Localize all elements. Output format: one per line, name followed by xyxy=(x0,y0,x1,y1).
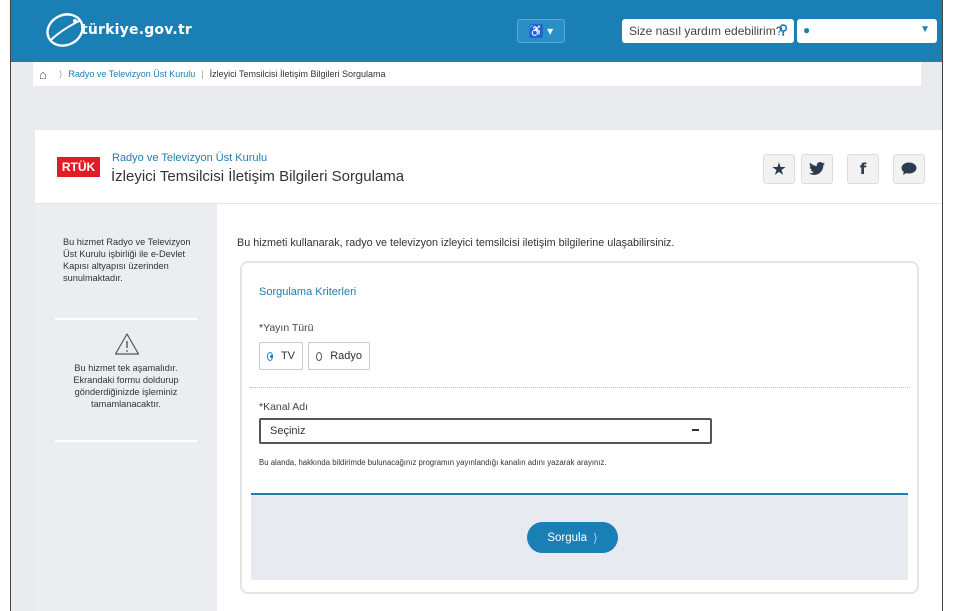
facebook-icon: f xyxy=(859,160,867,178)
sidebar-divider xyxy=(55,318,197,320)
comment-icon xyxy=(901,162,917,175)
twitter-icon xyxy=(809,162,825,175)
home-icon[interactable]: ⌂ xyxy=(39,67,47,82)
breadcrumb-item-institution[interactable]: Radyo ve Televizyon Üst Kurulu xyxy=(68,69,195,79)
radio-tv-label: TV xyxy=(280,350,295,362)
section-title: Sorgulama Kriterleri xyxy=(259,286,357,298)
search-icon[interactable]: ⚲ xyxy=(778,22,788,38)
star-icon: ★ xyxy=(772,161,786,178)
top-bar: türkiye.gov.tr ♿ ▾ ▤ ★ Size nasıl yardım… xyxy=(11,0,942,611)
warning-icon xyxy=(114,333,140,355)
facebook-share-button[interactable]: f xyxy=(847,154,879,184)
dotted-divider xyxy=(250,387,910,388)
accessibility-icon: ♿ ▾ xyxy=(528,24,554,38)
breadcrumb: ⌂ ⟩ Radyo ve Televizyon Üst Kurulu | İzl… xyxy=(33,62,921,86)
turkiye-gov-logo[interactable]: türkiye.gov.tr xyxy=(41,10,192,50)
service-intro-text: Bu hizmeti kullanarak, radyo ve televizy… xyxy=(237,237,675,249)
sidebar-info-text: Bu hizmet Radyo ve Televizyon Üst Kurulu… xyxy=(63,237,191,283)
radio-radyo-label: Radyo xyxy=(330,350,362,362)
chevron-down-icon: ▼ xyxy=(920,24,930,35)
page-title: İzleyici Temsilcisi İletişim Bilgileri S… xyxy=(111,168,405,185)
person-icon: ● xyxy=(803,23,811,37)
channel-name-label: *Kanal Adı xyxy=(259,401,308,413)
breadcrumb-item-current: İzleyici Temsilcisi İletişim Bilgileri S… xyxy=(209,69,386,79)
channel-name-select[interactable]: Seçiniz xyxy=(259,418,712,444)
dropdown-arrow-icon xyxy=(692,429,699,431)
rtuk-logo: RTÜK xyxy=(57,157,100,177)
breadcrumb-separator: | xyxy=(201,69,204,79)
service-card: RTÜK Radyo ve Televizyon Üst Kurulu İzle… xyxy=(35,130,942,611)
submit-query-button[interactable]: Sorgula ⟩ xyxy=(527,522,618,553)
broadcast-type-label-text: Yayın Türü xyxy=(263,322,314,334)
search-input[interactable]: Size nasıl yardım edebilirim? ⚲ xyxy=(622,19,794,43)
user-login-dropdown[interactable]: ● ▼ xyxy=(797,19,937,43)
chevron-right-icon: ⟩ xyxy=(592,530,598,545)
service-header: RTÜK Radyo ve Televizyon Üst Kurulu İzle… xyxy=(35,130,942,204)
twitter-share-button[interactable] xyxy=(801,154,833,184)
radio-radyo[interactable]: Radyo xyxy=(308,342,370,370)
favorite-star-button[interactable]: ★ xyxy=(763,154,795,184)
breadcrumb-separator: ⟩ xyxy=(58,68,63,79)
broadcast-type-label: *Yayın Türü xyxy=(259,322,313,334)
radio-unselected-icon xyxy=(316,351,323,361)
logo-text: türkiye.gov.tr xyxy=(81,22,192,38)
sidebar-divider xyxy=(55,440,197,442)
sidebar-note-text: Bu hizmet tek aşamalıdır. Ekrandaki form… xyxy=(73,363,179,409)
sidebar: Bu hizmet Radyo ve Televizyon Üst Kurulu… xyxy=(35,204,217,611)
query-form: Sorgulama Kriterleri *Yayın Türü TV Rady… xyxy=(240,261,919,594)
radio-selected-icon xyxy=(267,351,273,361)
form-action-area: Sorgula ⟩ xyxy=(251,493,908,580)
radio-tv[interactable]: TV xyxy=(259,342,303,370)
channel-select-value: Seçiniz xyxy=(270,425,306,437)
institution-name-link[interactable]: Radyo ve Televizyon Üst Kurulu xyxy=(112,152,267,164)
channel-name-label-text: Kanal Adı xyxy=(263,401,309,413)
channel-hint-text: Bu alanda, hakkında bildirimde bulunacağ… xyxy=(259,458,607,467)
browser-frame: türkiye.gov.tr ♿ ▾ ▤ ★ Size nasıl yardım… xyxy=(10,0,943,611)
accessibility-button[interactable]: ♿ ▾ xyxy=(517,19,565,43)
feedback-button[interactable] xyxy=(893,154,925,184)
search-placeholder: Size nasıl yardım edebilirim? xyxy=(629,24,783,38)
submit-label: Sorgula xyxy=(547,531,587,544)
